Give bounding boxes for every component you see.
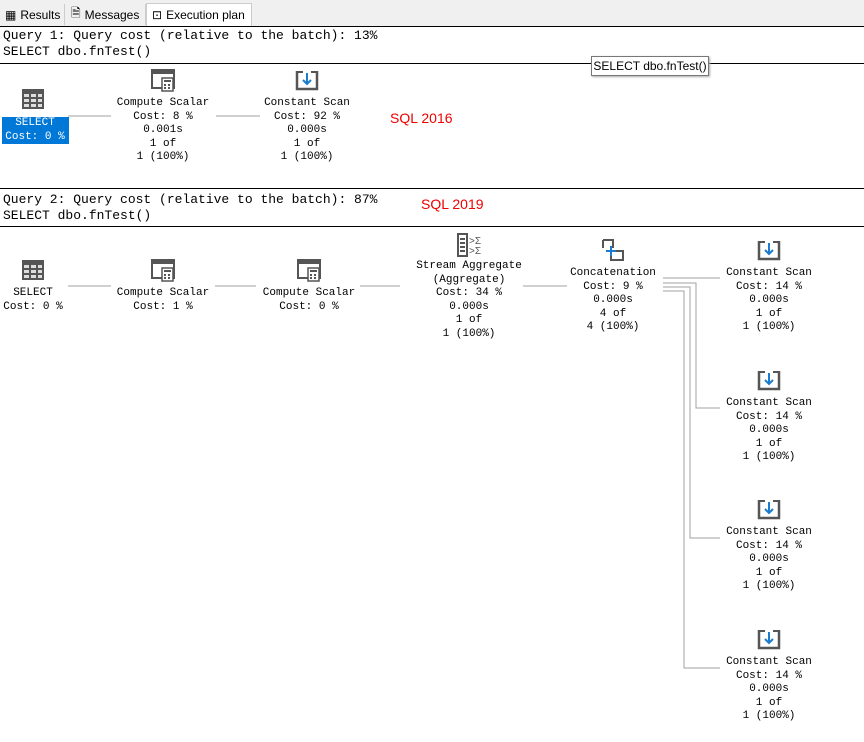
node-label: 0.000s [749,294,789,307]
node-label: 4 (100%) [586,321,640,334]
node-label: 0.000s [749,683,789,696]
concatenation-icon[interactable] [601,238,625,262]
constant-scan-node[interactable]: Constant Scan Cost: 92 % 0.000s 1 of 1 (100%… [237,97,377,165]
node-label: 1 (100%) [742,451,796,464]
compute-scalar-node[interactable]: Compute Scalar Cost: 0 % [239,287,379,314]
node-label: 1 of [755,437,783,450]
node-label: Constant Scan [726,267,812,279]
stream-aggregate-node[interactable]: Stream Aggregate (Aggregate) Cost: 34 % 0.0… [399,260,539,342]
node-label: 0.000s [287,124,327,137]
node-label: 1 (100%) [742,321,796,334]
node-label: Constant Scan [264,97,350,109]
node-label: Compute Scalar [116,287,210,299]
constant-scan-icon[interactable] [757,238,781,262]
node-label: Cost: 14 % [735,539,802,552]
node-label: SELECT [1,117,69,131]
compute-scalar-icon[interactable] [151,68,175,92]
node-label: Cost: 0 % [1,130,69,145]
node-label: 0.000s [449,300,489,313]
node-label: Cost: 0 % [3,300,63,313]
node-label: 1 of [755,307,783,320]
node-label: 1 (100%) [136,151,190,164]
node-label: 1 (100%) [442,327,496,340]
compute-scalar-icon[interactable] [151,258,175,282]
svg-text:>Σ: >Σ [469,246,481,257]
node-label: Cost: 14 % [735,669,802,682]
node-label: Cost: 0 % [279,300,339,313]
node-label: Cost: 92 % [273,110,340,123]
constant-scan-node[interactable]: Constant Scan Cost: 14 % 0.000s 1 of 1 (100%… [699,656,839,724]
constant-scan-node[interactable]: Constant Scan Cost: 14 % 0.000s 1 of 1 (100%… [699,267,839,335]
node-label: Constant Scan [726,526,812,538]
node-label: 1 of [293,137,321,150]
node-label: (Aggregate) [432,273,506,286]
node-label: Constant Scan [726,397,812,409]
select-node[interactable]: SELECTCost: 0 % [1,117,70,145]
node-label: 1 of [455,314,483,327]
node-label: 1 of [149,137,177,150]
node-label: Compute Scalar [262,287,356,299]
node-label: Cost: 34 % [435,287,502,300]
node-label: 0.001s [143,124,183,137]
compute-scalar-node[interactable]: Compute Scalar Cost: 8 % 0.001s 1 of 1 (100%… [93,97,233,165]
node-label: SELECT [13,287,53,299]
node-label: Cost: 9 % [583,280,643,293]
constant-scan-icon[interactable] [757,497,781,521]
constant-scan-node[interactable]: Constant Scan Cost: 14 % 0.000s 1 of 1 (100%… [699,397,839,465]
compute-scalar-node[interactable]: Compute Scalar Cost: 1 % [93,287,233,314]
node-label: 0.000s [593,294,633,307]
compute-scalar-icon[interactable] [297,258,321,282]
node-label: Cost: 8 % [133,110,193,123]
select-operator-icon[interactable] [21,258,45,282]
select-operator-icon[interactable] [21,87,45,111]
node-label: Cost: 14 % [735,410,802,423]
select-node[interactable]: SELECTCost: 0 % [0,287,103,314]
node-label: Stream Aggregate [416,260,522,272]
constant-scan-icon[interactable] [295,68,319,92]
node-label: 1 of [755,566,783,579]
stream-aggregate-icon[interactable]: >Σ >Σ [457,233,481,257]
connector-arrow [663,290,720,669]
constant-scan-node[interactable]: Constant Scan Cost: 14 % 0.000s 1 of 1 (100%… [699,526,839,594]
node-label: Concatenation [570,267,656,279]
node-label: Constant Scan [726,656,812,668]
concatenation-node[interactable]: Concatenation Cost: 9 % 0.000s 4 of 4 (100%) [543,267,683,335]
node-label: Compute Scalar [116,97,210,109]
node-label: Cost: 14 % [735,280,802,293]
constant-scan-icon[interactable] [757,627,781,651]
node-label: 0.000s [749,424,789,437]
node-label: 4 of [599,307,627,320]
constant-scan-icon[interactable] [757,368,781,392]
node-label: Cost: 1 % [133,300,193,313]
node-label: 0.000s [749,553,789,566]
node-label: 1 of [755,696,783,709]
node-label: 1 (100%) [280,151,334,164]
node-label: 1 (100%) [742,710,796,723]
node-label: 1 (100%) [742,580,796,593]
